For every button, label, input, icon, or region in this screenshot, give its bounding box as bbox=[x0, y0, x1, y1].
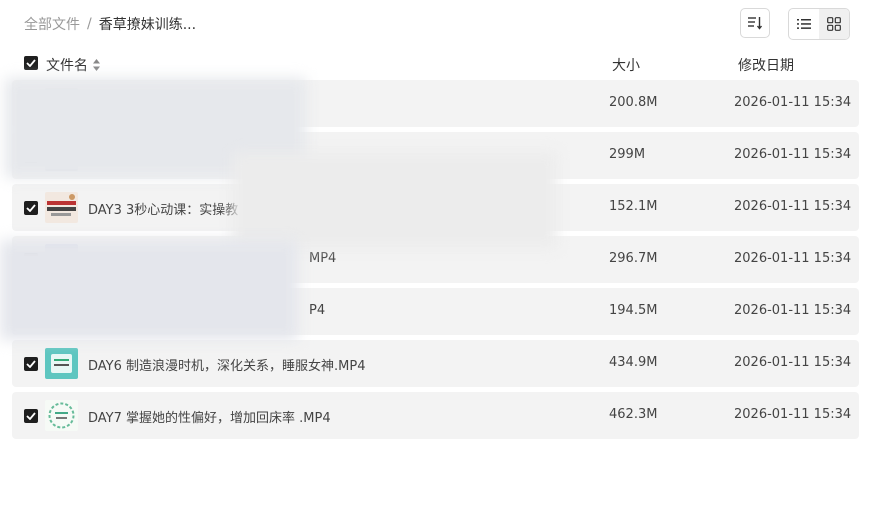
blur-overlay bbox=[232, 152, 557, 248]
file-name[interactable]: DAY6 制造浪漫时机，深化关系，睡服女神.MP4 bbox=[88, 355, 365, 374]
sort-button[interactable] bbox=[740, 8, 770, 38]
checkmark-icon bbox=[26, 412, 36, 420]
file-size: 296.7M bbox=[609, 251, 658, 266]
breadcrumb-separator: / bbox=[87, 16, 92, 32]
grid-view-button[interactable] bbox=[819, 9, 849, 39]
list-view-button[interactable] bbox=[789, 9, 819, 39]
select-all-checkbox[interactable] bbox=[24, 56, 38, 70]
file-date: 2026-01-11 15:34 bbox=[734, 355, 852, 370]
file-size: 462.3M bbox=[609, 407, 658, 422]
sort-lines-icon bbox=[748, 17, 763, 30]
checkmark-icon bbox=[26, 204, 36, 212]
file-date: 2026-01-11 15:34 bbox=[734, 407, 852, 422]
file-size: 152.1M bbox=[609, 199, 658, 214]
view-toggle-group bbox=[788, 8, 850, 40]
file-name[interactable]: DAY7 掌握她的性偏好，增加回床率 .MP4 bbox=[88, 407, 331, 426]
grid-view-icon bbox=[827, 17, 841, 31]
file-size: 200.8M bbox=[609, 95, 658, 110]
checkmark-icon bbox=[26, 59, 36, 67]
column-header-date[interactable]: 修改日期 bbox=[738, 55, 794, 75]
column-header-size[interactable]: 大小 bbox=[612, 55, 640, 75]
file-date: 2026-01-11 15:34 bbox=[734, 95, 852, 110]
breadcrumb: 全部文件 / 香草撩妹训练... bbox=[24, 14, 196, 34]
file-date: 2026-01-11 15:34 bbox=[734, 199, 852, 214]
file-size: 194.5M bbox=[609, 303, 658, 318]
file-size: 299M bbox=[609, 147, 646, 162]
file-thumbnail bbox=[45, 348, 78, 379]
file-date: 2026-01-11 15:34 bbox=[734, 147, 852, 162]
checkmark-icon bbox=[26, 360, 36, 368]
list-view-icon bbox=[797, 19, 811, 29]
file-row[interactable]: DAY7 掌握她的性偏好，增加回床率 .MP4 462.3M 2026-01-1… bbox=[12, 392, 859, 439]
row-checkbox[interactable] bbox=[24, 201, 38, 215]
file-row[interactable]: DAY6 制造浪漫时机，深化关系，睡服女神.MP4 434.9M 2026-01… bbox=[12, 340, 859, 387]
file-thumbnail bbox=[45, 400, 78, 431]
file-name[interactable]: DAY3 3秒心动课：实操教 bbox=[88, 199, 238, 218]
file-date: 2026-01-11 15:34 bbox=[734, 251, 852, 266]
file-list-header: 文件名 大小 修改日期 bbox=[12, 50, 859, 78]
blur-overlay bbox=[0, 240, 298, 340]
file-name[interactable]: MP4 bbox=[309, 251, 336, 266]
row-checkbox[interactable] bbox=[24, 409, 38, 423]
file-thumbnail bbox=[45, 192, 78, 223]
file-name[interactable]: P4 bbox=[309, 303, 325, 318]
file-date: 2026-01-11 15:34 bbox=[734, 303, 852, 318]
row-checkbox[interactable] bbox=[24, 357, 38, 371]
column-header-name[interactable]: 文件名 bbox=[46, 55, 100, 75]
breadcrumb-current-folder: 香草撩妹训练... bbox=[98, 17, 197, 33]
column-name-label: 文件名 bbox=[46, 58, 88, 74]
file-size: 434.9M bbox=[609, 355, 658, 370]
sort-arrows-icon bbox=[93, 59, 100, 71]
breadcrumb-root-link[interactable]: 全部文件 bbox=[24, 14, 80, 34]
